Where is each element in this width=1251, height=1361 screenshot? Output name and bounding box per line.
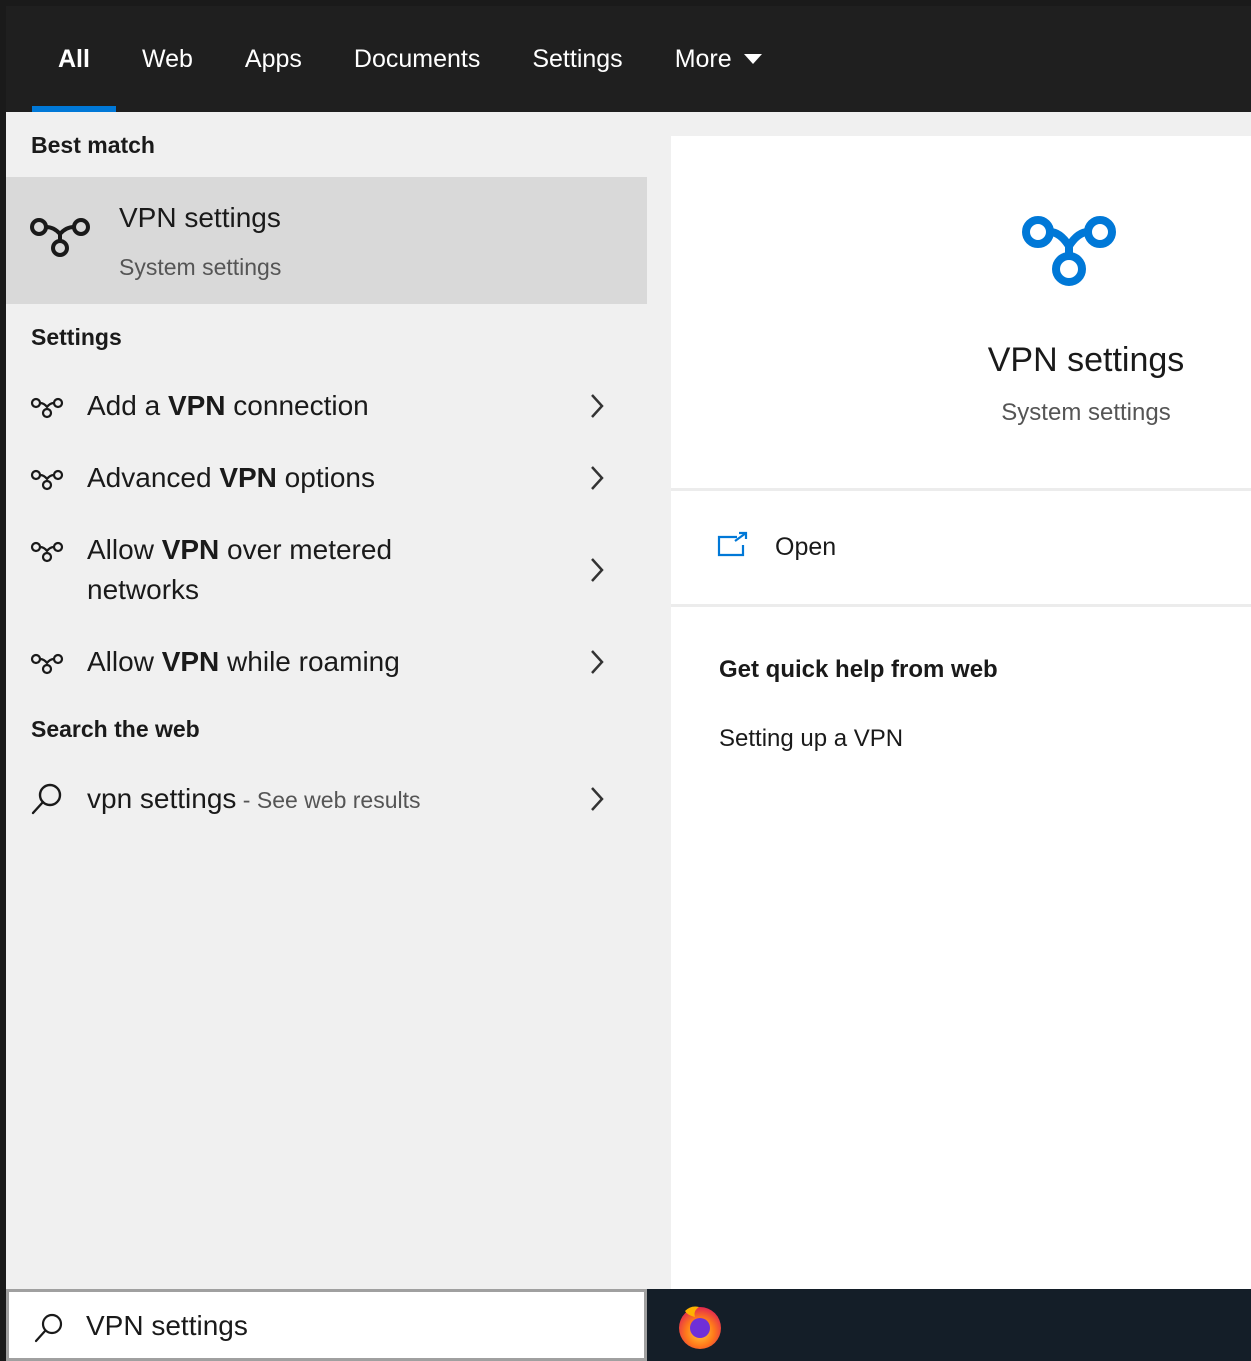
best-match-title: VPN settings — [119, 202, 281, 233]
settings-item-label: Advanced VPN options — [87, 458, 557, 498]
settings-item-highlight: VPN — [161, 534, 220, 565]
settings-item-text: while roaming — [219, 646, 400, 677]
vpn-icon — [30, 218, 90, 257]
firefox-icon[interactable] — [675, 1301, 725, 1351]
web-search-suffix: - See web results — [236, 787, 421, 813]
search-icon — [34, 1313, 63, 1343]
settings-item-text: Allow — [87, 646, 162, 677]
tab-settings-label: Settings — [532, 44, 623, 73]
settings-item-highlight: VPN — [161, 646, 220, 677]
tab-web-label: Web — [141, 44, 193, 73]
search-input[interactable] — [86, 1304, 626, 1348]
tab-web[interactable]: Web — [116, 6, 219, 112]
chevron-right-icon — [591, 394, 604, 418]
divider — [671, 604, 1251, 607]
web-search-result[interactable]: vpn settings - See web results — [6, 770, 647, 830]
settings-item-label: Allow VPN over metered networks — [87, 530, 447, 610]
tab-documents[interactable]: Documents — [328, 6, 506, 112]
vpn-icon — [30, 397, 64, 419]
settings-item-add-vpn-connection[interactable]: Add a VPN connection — [6, 378, 647, 434]
open-label: Open — [775, 533, 837, 561]
settings-item-text: Allow — [87, 534, 162, 565]
tab-apps-label: Apps — [244, 44, 302, 73]
settings-item-highlight: VPN — [167, 390, 226, 421]
tab-more[interactable]: More — [649, 6, 788, 112]
divider — [671, 488, 1251, 491]
quick-help-link[interactable]: Setting up a VPN — [719, 725, 903, 753]
settings-item-allow-vpn-roaming[interactable]: Allow VPN while roaming — [6, 634, 647, 690]
chevron-right-icon — [591, 787, 604, 811]
tab-settings[interactable]: Settings — [506, 6, 648, 112]
caret-down-icon — [743, 54, 762, 64]
tab-documents-label: Documents — [353, 44, 481, 73]
settings-item-text: Advanced — [87, 462, 220, 493]
tab-more-label: More — [674, 44, 732, 73]
settings-heading: Settings — [31, 324, 122, 350]
vpn-icon — [30, 469, 64, 491]
search-web-heading: Search the web — [31, 716, 200, 742]
results-pane: Best match VPN settings System settings … — [6, 112, 647, 1289]
preview-title: VPN settings — [987, 341, 1185, 379]
preview-pane: VPN settings System settings Open Get qu… — [671, 136, 1251, 1289]
settings-item-label: Add a VPN connection — [87, 386, 557, 426]
best-match-result[interactable]: VPN settings System settings — [6, 177, 647, 304]
open-external-icon — [717, 531, 748, 557]
vpn-icon — [30, 653, 64, 675]
settings-item-text: Add a — [87, 390, 168, 421]
tab-apps[interactable]: Apps — [219, 6, 328, 112]
chevron-right-icon — [591, 650, 604, 674]
vpn-icon — [1022, 216, 1116, 286]
settings-item-highlight: VPN — [219, 462, 277, 493]
search-icon — [31, 783, 62, 815]
preview-subtitle: System settings — [1001, 399, 1171, 426]
settings-item-text: connection — [225, 390, 369, 421]
settings-item-text: options — [276, 462, 375, 493]
chevron-right-icon — [591, 558, 604, 582]
quick-help-heading: Get quick help from web — [719, 656, 998, 683]
chevron-right-icon — [591, 466, 604, 490]
vpn-icon — [30, 541, 64, 563]
tab-all[interactable]: All — [32, 6, 116, 112]
best-match-heading: Best match — [31, 132, 155, 158]
settings-item-label: Allow VPN while roaming — [87, 642, 557, 682]
web-search-label: vpn settings - See web results — [87, 779, 557, 820]
search-box[interactable] — [6, 1289, 647, 1361]
best-match-subtitle: System settings — [119, 254, 282, 280]
taskbar — [647, 1289, 1251, 1361]
web-search-query: vpn settings — [87, 783, 237, 814]
tab-all-label: All — [58, 44, 90, 73]
settings-item-allow-vpn-metered[interactable]: Allow VPN over metered networks — [6, 524, 647, 616]
search-filter-tabs: All Web Apps Documents Settings More — [6, 6, 1251, 112]
settings-item-advanced-vpn-options[interactable]: Advanced VPN options — [6, 450, 647, 506]
